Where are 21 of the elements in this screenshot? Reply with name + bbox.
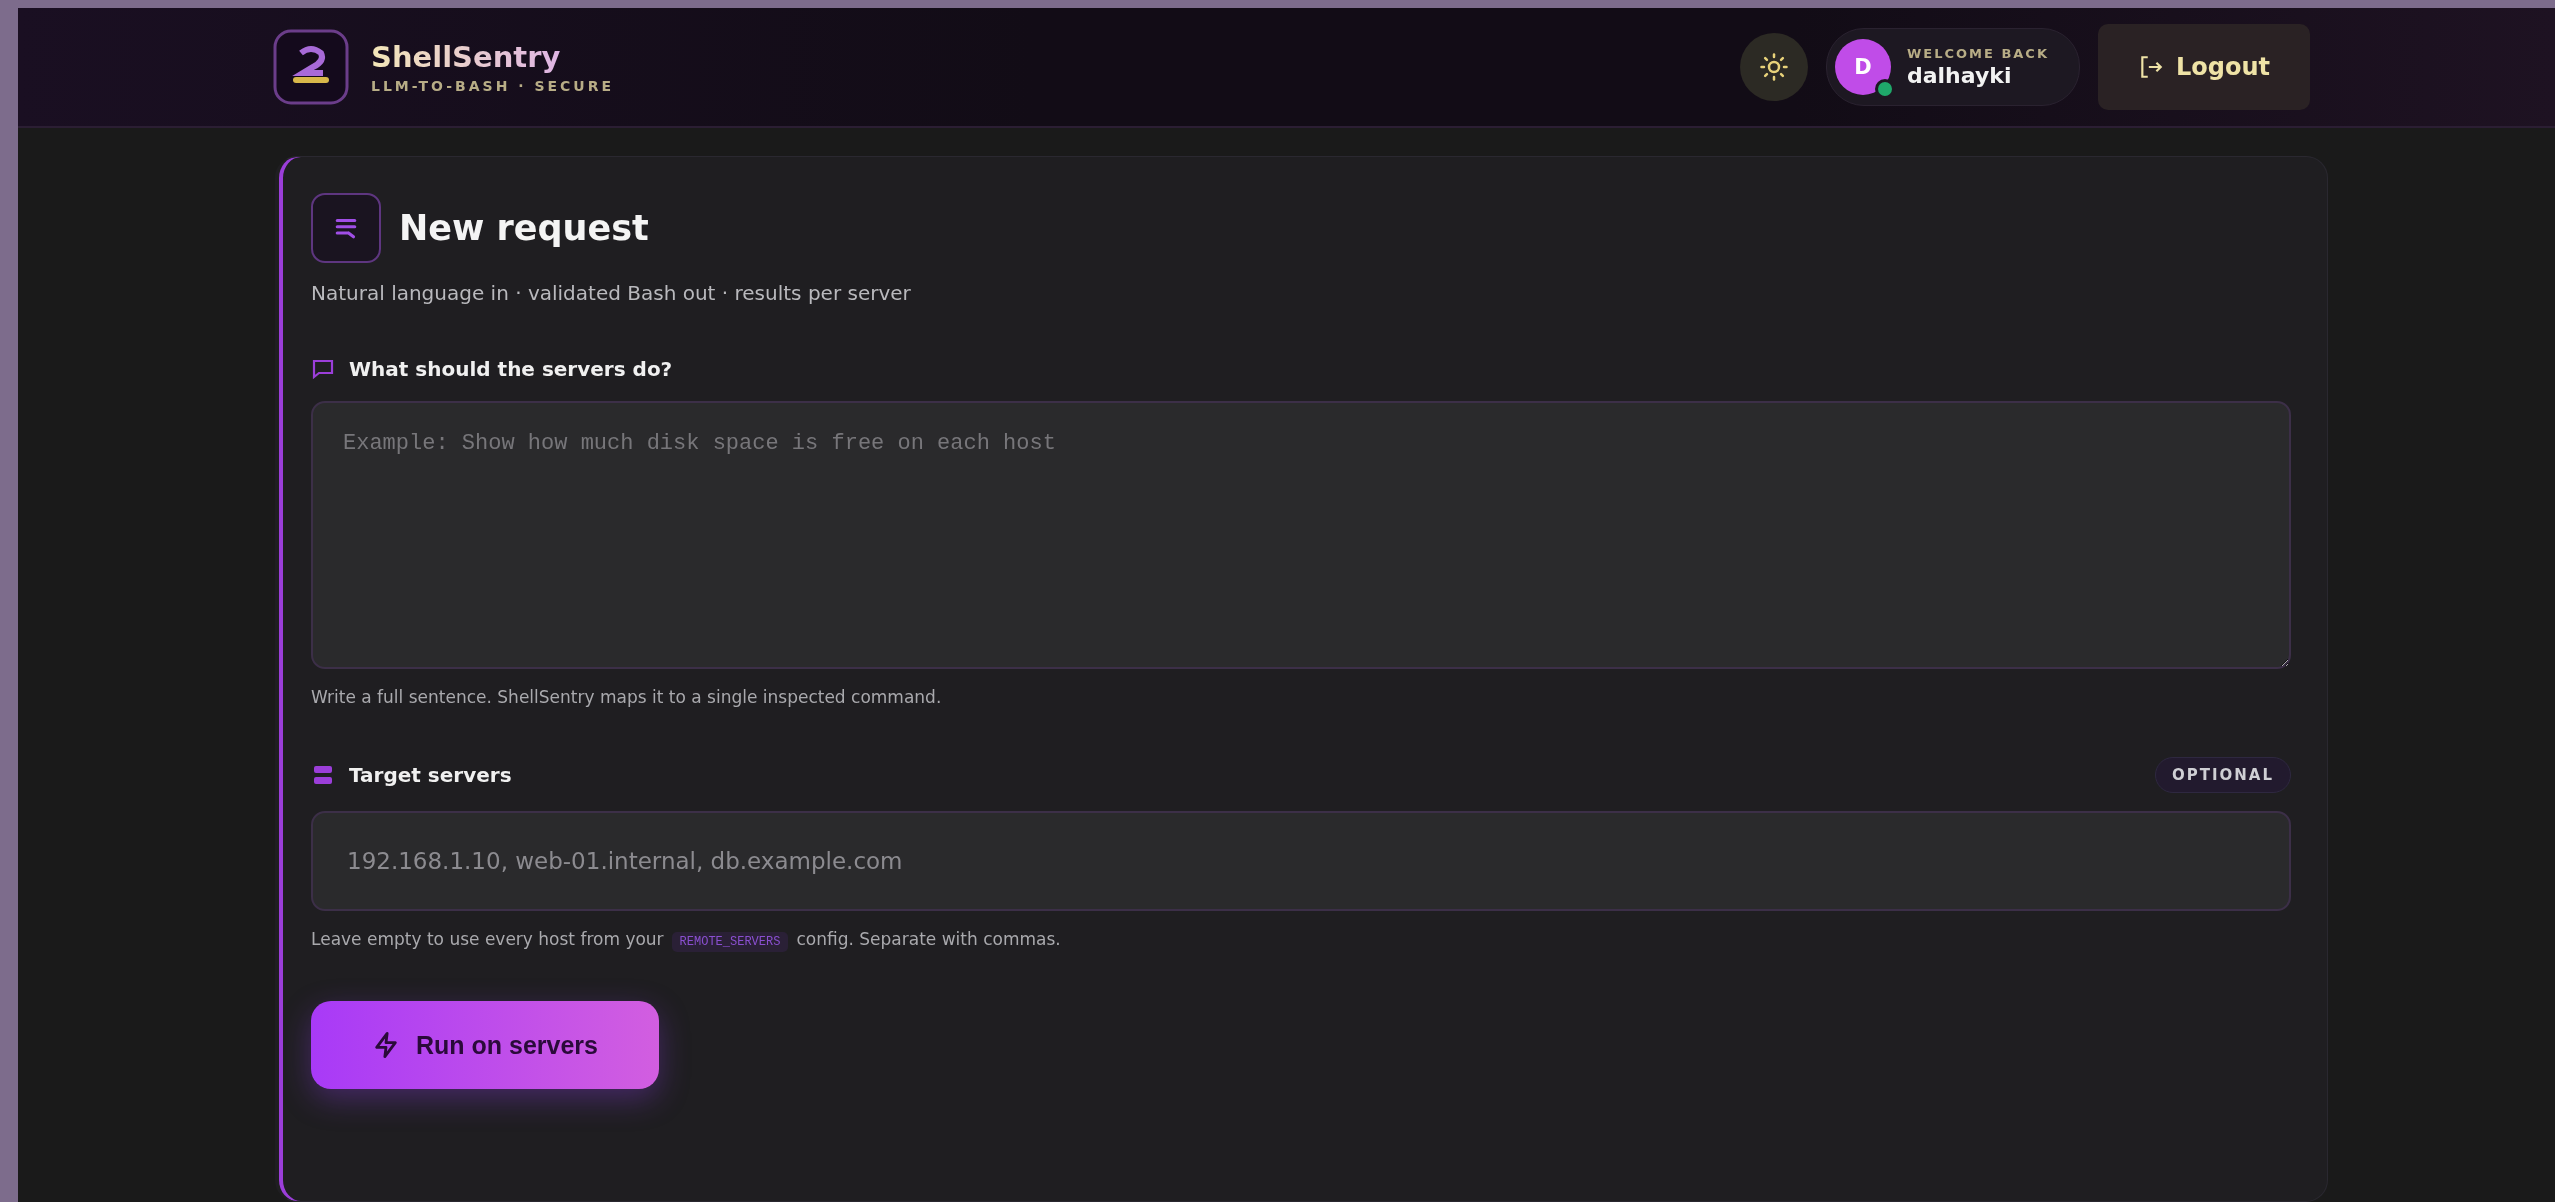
request-field[interactable]: Example: Show how much disk space is free on each host	[311, 401, 2291, 669]
welcome-label: WELCOME BACK	[1906, 46, 2049, 61]
logo-icon	[273, 29, 349, 105]
run-button[interactable]: Run on servers	[311, 1001, 659, 1089]
optional-badge: OPTIONAL	[2154, 757, 2291, 793]
logout-icon	[2138, 54, 2164, 80]
field-label: What should the servers do?	[349, 357, 674, 381]
avatar: D	[1834, 39, 1891, 95]
field-hint: Leave empty to use every host from your REMOTE_SERVERS config. Separate with commas.	[311, 929, 2291, 949]
user-name: dalhayki	[1906, 63, 2013, 88]
card-title: New request	[399, 208, 649, 248]
chat-icon	[311, 357, 335, 381]
field-label: Target servers	[349, 763, 513, 787]
servers-field[interactable]: 192.168.1.10, web-01.internal, db.example.com	[311, 811, 2291, 911]
list-icon	[311, 193, 381, 263]
server-icon	[311, 763, 335, 787]
bolt-icon	[372, 1031, 400, 1059]
field-hint: Write a full sentence. ShellSentry maps it to a single inspected command.	[311, 687, 943, 707]
tagline: LLM-TO-BASH · SECURE	[371, 78, 615, 94]
logout-button[interactable]: Logout	[2098, 24, 2310, 110]
card-subtitle: Natural language in · validated Bash out · results per server	[311, 281, 912, 305]
